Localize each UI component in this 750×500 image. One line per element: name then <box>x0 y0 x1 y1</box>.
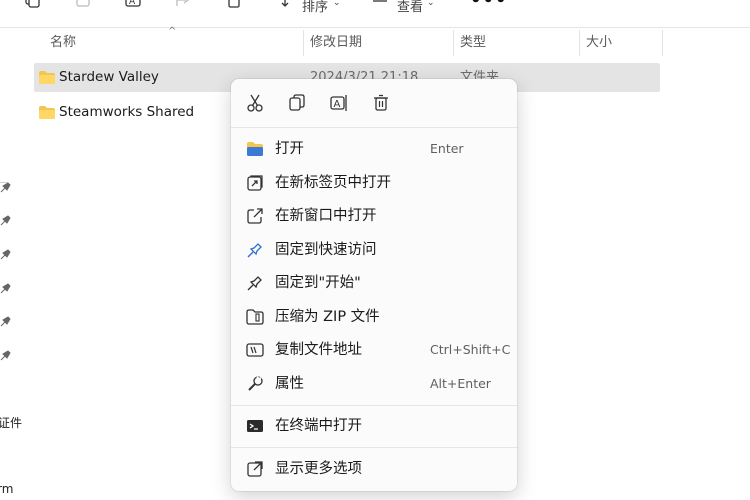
column-header-name[interactable]: 名称 <box>44 32 304 54</box>
quick-actions-bar: A <box>231 79 517 127</box>
pin-icon <box>0 182 11 193</box>
menu-item-label: 显示更多选项 <box>275 461 362 477</box>
svg-text:A: A <box>129 0 136 7</box>
context-menu: A 打开 Enter 在新标签页中打开 在新窗口中打开 固定到快速访问 固定到"… <box>231 79 517 491</box>
pin-icon <box>247 243 262 258</box>
menu-item-label: 在终端中打开 <box>275 418 362 434</box>
menu-item-label: 在新标签页中打开 <box>275 175 391 191</box>
column-header-size[interactable]: 大小 <box>580 32 662 54</box>
new-window-icon <box>247 208 263 224</box>
chevron-down-icon: ⌄ <box>427 0 435 8</box>
menu-item-pin-start[interactable]: 固定到"开始" <box>231 267 517 299</box>
sort-button[interactable]: 排序 <box>302 0 328 15</box>
pin-icon <box>0 249 11 260</box>
column-header-type[interactable]: 类型 <box>454 32 579 54</box>
menu-item-label: 固定到"开始" <box>275 275 361 291</box>
folder-open-icon <box>247 142 263 156</box>
zip-icon <box>246 309 264 325</box>
pin-icon <box>0 316 11 327</box>
column-separator[interactable] <box>662 30 663 56</box>
menu-item-label: 在新窗口中打开 <box>275 208 377 224</box>
wrench-icon <box>248 376 263 391</box>
menu-item-open[interactable]: 打开 Enter <box>231 133 517 165</box>
terminal-icon <box>247 420 263 432</box>
svg-text:A: A <box>334 99 341 110</box>
menu-item-shortcut: Alt+Enter <box>430 376 491 391</box>
menu-item-shortcut: Ctrl+Shift+C <box>430 342 511 357</box>
menu-item-label: 复制文件地址 <box>275 342 362 358</box>
pin-icon <box>247 276 262 291</box>
menu-separator <box>231 405 517 406</box>
menu-item-open-new-tab[interactable]: 在新标签页中打开 <box>231 167 517 199</box>
menu-separator <box>231 127 517 128</box>
menu-separator <box>231 447 517 448</box>
menu-item-show-more-options[interactable]: 显示更多选项 <box>231 453 517 485</box>
copy-icon[interactable] <box>24 0 42 8</box>
menu-item-compress-zip[interactable]: 压缩为 ZIP 文件 <box>231 301 517 333</box>
menu-item-properties[interactable]: 属性 Alt+Enter <box>231 368 517 400</box>
menu-item-pin-quick-access[interactable]: 固定到快速访问 <box>231 234 517 266</box>
menu-item-label: 属性 <box>275 376 304 392</box>
pin-icon <box>0 283 11 294</box>
menu-item-open-new-window[interactable]: 在新窗口中打开 <box>231 200 517 232</box>
folder-icon <box>39 71 55 84</box>
more-button[interactable]: ••• <box>470 0 508 11</box>
share-icon[interactable] <box>174 0 192 8</box>
cut-icon[interactable] <box>245 93 265 113</box>
file-name: Stardew Valley <box>59 69 159 85</box>
folder-icon <box>39 106 55 119</box>
menu-item-label: 压缩为 ZIP 文件 <box>275 309 380 325</box>
navigation-pane: 证件 rm <box>0 28 22 500</box>
copy-icon[interactable] <box>287 93 307 113</box>
menu-item-copy-path[interactable]: 复制文件地址 Ctrl+Shift+C <box>231 334 517 366</box>
pin-icon <box>0 350 11 361</box>
delete-icon[interactable] <box>225 0 243 8</box>
file-name: Steamworks Shared <box>59 104 195 120</box>
delete-icon[interactable] <box>371 93 391 113</box>
new-tab-icon <box>247 175 263 191</box>
more-options-icon <box>247 461 263 477</box>
paste-icon[interactable] <box>74 0 92 8</box>
view-button[interactable]: 查看 <box>397 0 423 15</box>
menu-item-open-terminal[interactable]: 在终端中打开 <box>231 410 517 442</box>
rename-icon[interactable]: A <box>329 93 349 113</box>
copy-path-icon <box>246 343 264 357</box>
column-header-date[interactable]: 修改日期 <box>304 32 454 54</box>
rename-icon[interactable]: A <box>124 0 142 8</box>
chevron-down-icon: ⌄ <box>333 0 341 8</box>
pin-icon <box>0 215 11 226</box>
command-bar: A 排序 ⌄ 查看 ⌄ ••• <box>0 0 750 28</box>
view-icon[interactable] <box>372 0 390 8</box>
nav-item-label[interactable]: 证件 <box>0 414 22 431</box>
sort-icon[interactable] <box>280 0 298 8</box>
menu-item-label: 固定到快速访问 <box>275 242 377 258</box>
menu-item-shortcut: Enter <box>430 141 464 156</box>
menu-item-label: 打开 <box>275 141 304 157</box>
nav-item-label[interactable]: rm <box>0 482 13 496</box>
